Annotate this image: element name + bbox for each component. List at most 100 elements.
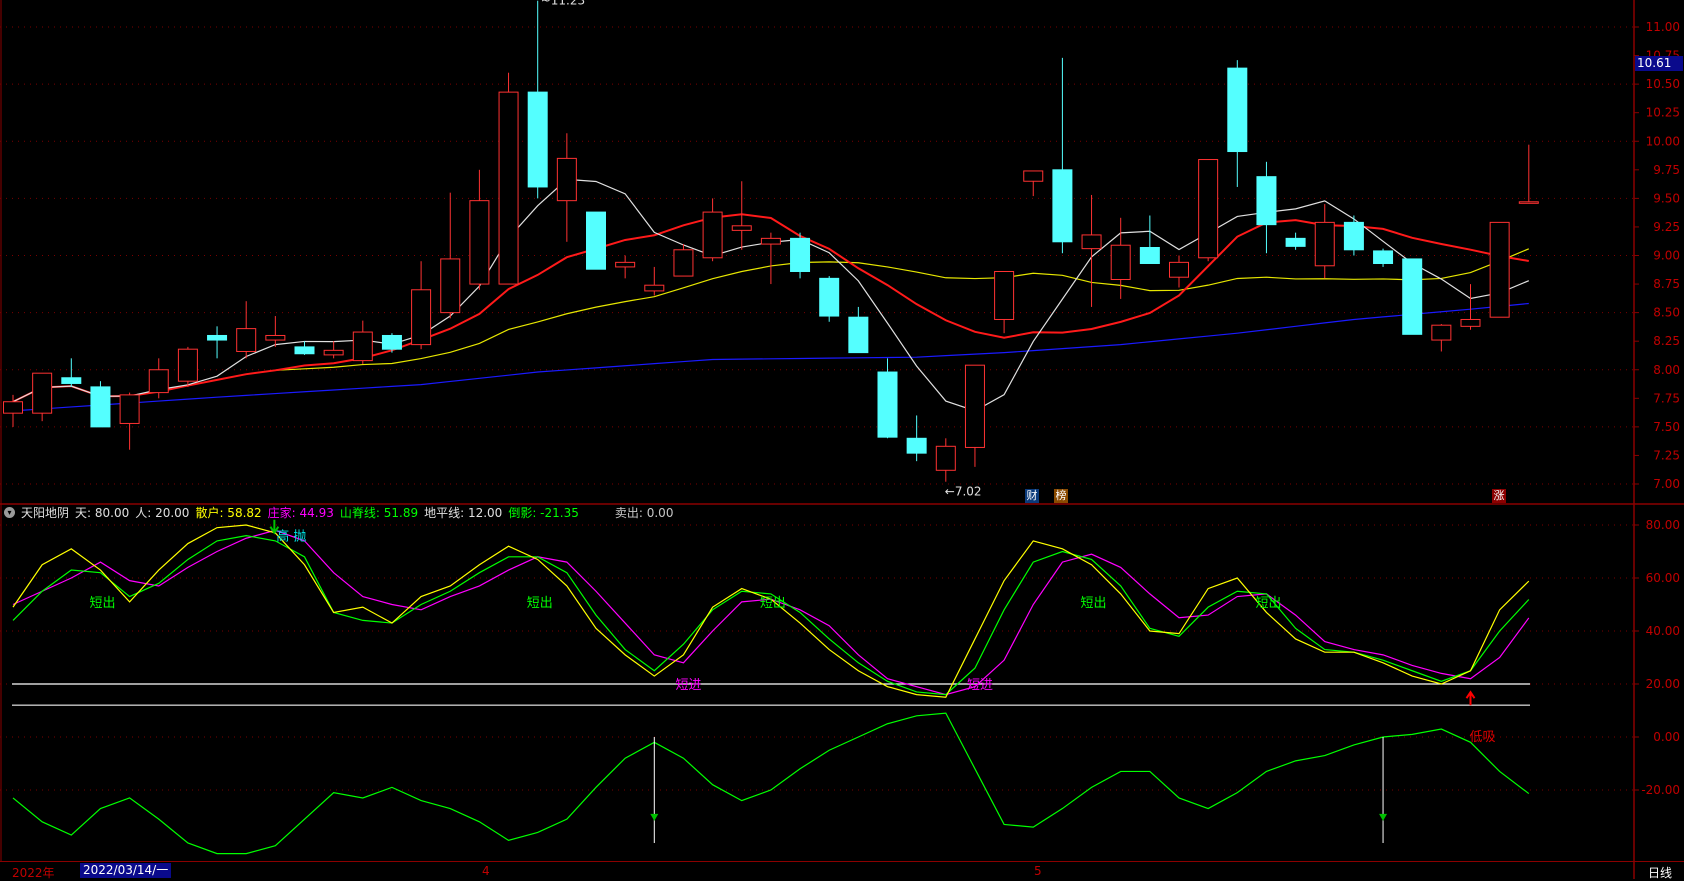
candle-down xyxy=(207,326,228,359)
candle-down xyxy=(1139,215,1160,264)
candle-body xyxy=(527,91,548,188)
candle-body xyxy=(994,270,1015,320)
signal-duanchu: 短出 xyxy=(527,596,553,611)
candle-body xyxy=(790,237,811,272)
dipingxian-value: 地平线: 12.00 xyxy=(424,505,503,520)
candle-up xyxy=(177,346,198,387)
candle-down xyxy=(906,415,927,462)
daoying-value: 倒影: -21.35 xyxy=(508,505,579,520)
price-tick-label: 7.50 xyxy=(1653,420,1680,434)
signal-duanjin: 短进 xyxy=(675,678,701,693)
indicator-tick-label: 80.00 xyxy=(1646,518,1680,532)
candle-down xyxy=(1256,161,1277,254)
price-tick-label: 8.50 xyxy=(1653,306,1680,320)
candle-up xyxy=(1431,324,1452,352)
indicator-tick-label: 40.00 xyxy=(1646,624,1680,638)
candle-down xyxy=(1052,57,1073,254)
candle-up xyxy=(644,266,665,296)
indicator-menu-icon[interactable]: ▾ xyxy=(4,506,15,518)
candle-body xyxy=(469,200,490,285)
candle-up xyxy=(556,133,577,242)
candle-body xyxy=(32,372,53,414)
candle-up xyxy=(411,261,432,350)
price-tick-label: 9.75 xyxy=(1653,163,1680,177)
candle-down xyxy=(527,0,548,199)
price-tick-label: 9.00 xyxy=(1653,249,1680,263)
candle-body xyxy=(1373,250,1394,264)
indicator-tick-label: 20.00 xyxy=(1646,677,1680,691)
candle-body xyxy=(586,211,606,270)
candle-body xyxy=(1256,176,1277,226)
candle-body xyxy=(1169,261,1189,278)
signal-duanchu: 短出 xyxy=(760,596,786,611)
zhuangjia-line xyxy=(12,529,1530,696)
candle-body xyxy=(1110,244,1131,280)
low-price-label: ←7.02 xyxy=(945,485,982,499)
candle-down xyxy=(1227,60,1248,187)
candle-up xyxy=(236,301,257,359)
shanjixian-value: 山脊线: 51.89 xyxy=(339,505,419,520)
candle-up xyxy=(1460,284,1481,330)
candle-body xyxy=(1431,324,1452,341)
candle-down xyxy=(1373,248,1394,267)
buy-arrow-icon xyxy=(1465,690,1476,706)
signal-duanchu: 短出 xyxy=(1255,596,1281,611)
price-tick-label: 7.75 xyxy=(1653,391,1680,405)
candle-body xyxy=(498,91,519,285)
candle-body xyxy=(352,331,373,362)
candle-down xyxy=(819,276,840,322)
candle-body xyxy=(1343,221,1364,251)
signal-gaopao: 高 抛 xyxy=(276,528,306,544)
cursor-date: 2022/03/14/一 xyxy=(80,863,172,878)
zhuangjia-value: 庄家: 44.93 xyxy=(267,505,334,520)
candle-body xyxy=(381,334,402,350)
price-tick-label: 8.25 xyxy=(1653,334,1680,348)
candle-up xyxy=(469,169,490,290)
candle-up xyxy=(323,341,344,359)
candle-up xyxy=(964,364,985,467)
candle-body xyxy=(411,289,432,346)
ranking-marker[interactable]: 榜 xyxy=(1054,489,1068,503)
indicator-tick-label: 60.00 xyxy=(1646,571,1680,585)
price-tick-label: 10.50 xyxy=(1646,77,1680,91)
indicator-tick-label: 0.00 xyxy=(1653,730,1680,744)
candle-body xyxy=(1460,318,1481,327)
candle-up xyxy=(265,316,286,347)
current-price-tag: 10.61 xyxy=(1635,56,1683,71)
candle-body xyxy=(3,401,23,414)
shanjixian-line xyxy=(12,534,1530,696)
time-axis-year: 2022年 xyxy=(12,866,55,880)
candle-down xyxy=(586,211,606,270)
candle-body xyxy=(1023,170,1044,182)
period-button[interactable]: 日线 xyxy=(1648,864,1672,881)
candle-body xyxy=(819,277,840,317)
limit-up-marker[interactable]: 涨 xyxy=(1492,489,1506,503)
candle-up xyxy=(935,438,956,482)
candle-down xyxy=(1285,232,1306,250)
down-arrow-icon xyxy=(650,813,659,821)
candle-up xyxy=(32,372,53,422)
candle-up xyxy=(702,198,723,262)
indicator-name[interactable]: 天阳地阴 xyxy=(21,504,69,521)
finance-marker[interactable]: 财 xyxy=(1025,489,1039,503)
candle-down xyxy=(1343,215,1364,256)
candle-up xyxy=(994,270,1015,334)
candle-body xyxy=(673,249,694,277)
sanhu-line xyxy=(12,524,1530,698)
price-tick-label: 8.00 xyxy=(1653,363,1680,377)
candle-up xyxy=(3,394,23,427)
candle-down xyxy=(1402,258,1423,335)
down-arrow-icon xyxy=(1379,813,1388,821)
candle-up xyxy=(1518,144,1539,204)
stock-chart[interactable]: 11.0010.7510.5010.2510.009.759.509.259.0… xyxy=(0,0,1684,879)
candle-body xyxy=(1139,247,1160,264)
candle-body xyxy=(1198,159,1219,259)
maichu-value: 卖出: 0.00 xyxy=(614,505,674,520)
signal-duanjin: 短进 xyxy=(967,678,993,693)
candle-body xyxy=(294,346,315,355)
price-tick-label: 10.25 xyxy=(1646,106,1680,120)
high-price-label: ~11.23 xyxy=(541,0,585,8)
tian-value: 天: 80.00 xyxy=(75,505,130,520)
candle-up xyxy=(615,255,636,279)
candle-body xyxy=(236,328,257,352)
